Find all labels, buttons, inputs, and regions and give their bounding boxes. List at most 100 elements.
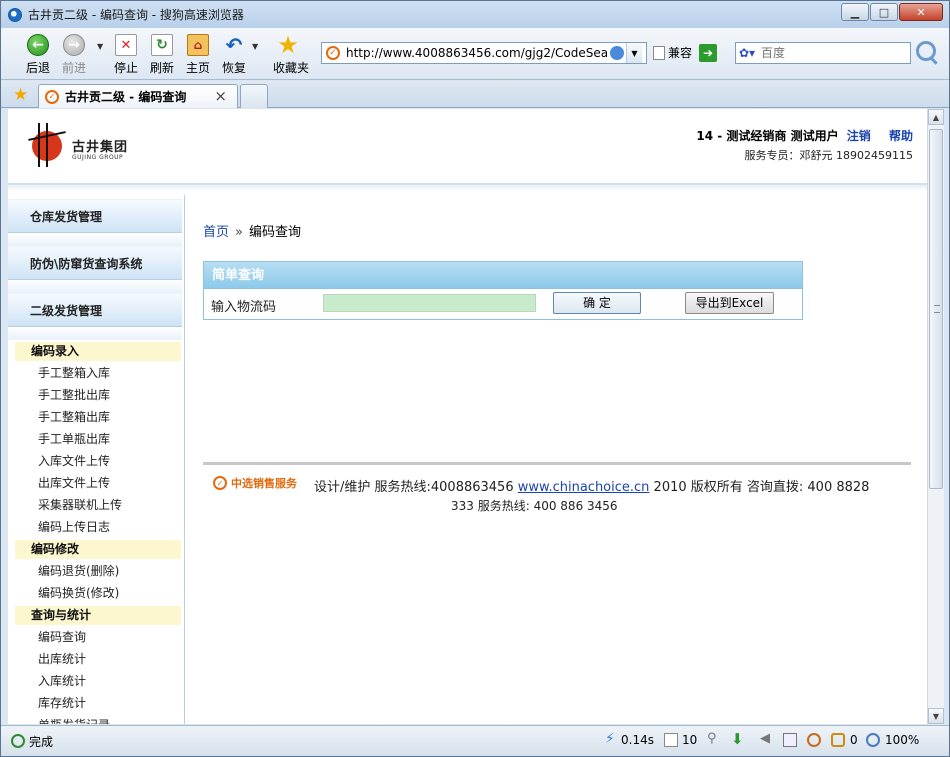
done-icon: [11, 734, 25, 748]
tabs-count-icon[interactable]: [664, 733, 678, 747]
scroll-up-icon[interactable]: ▲: [928, 109, 944, 125]
minimize-button[interactable]: ▁: [841, 3, 869, 21]
page-viewport: 古井集团 GUJING GROUP 14 - 测试经销商 测试用户 注销 帮助 …: [8, 109, 927, 724]
scroll-thumb[interactable]: [929, 129, 943, 489]
breadcrumb: 首页 » 编码查询: [203, 221, 301, 240]
address-bar[interactable]: ✓ http://www.4008863456.com/gjg2/CodeSea…: [321, 42, 647, 64]
tabs-count: 10: [682, 733, 698, 747]
load-time: 0.14s: [621, 733, 654, 747]
panel-title: 简单查询: [204, 262, 802, 289]
blocked-count: 0: [850, 733, 858, 747]
gujing-logo: [28, 123, 72, 167]
sidebar-section-anticounterfeit[interactable]: 防伪\防窜货查询系统: [8, 246, 182, 280]
sidebar-item[interactable]: 手工整批出库: [38, 385, 110, 405]
zoom-level[interactable]: 100%: [885, 733, 919, 747]
close-button[interactable]: ✕: [899, 3, 943, 21]
logistics-code-input[interactable]: [323, 294, 536, 312]
sidebar-item[interactable]: 库存统计: [38, 693, 86, 713]
undo-icon: ↶: [225, 33, 243, 57]
logo-text: 古井集团: [72, 140, 129, 155]
eye-icon[interactable]: [807, 733, 821, 747]
sidebar-item[interactable]: 采集器联机上传: [38, 495, 122, 515]
title-bar: 古井贡二级 - 编码查询 - 搜狗高速浏览器 ▁ □ ✕: [1, 1, 949, 28]
sidebar-item[interactable]: 入库统计: [38, 671, 86, 691]
footer-prefix: 设计/维护 服务热线:4008863456: [314, 480, 518, 495]
stop-button[interactable]: ✕ 停止: [111, 34, 141, 76]
tab-bar: ★ ✓ 古井贡二级 - 编码查询 ×: [1, 81, 949, 108]
forward-label: 前进: [61, 61, 86, 75]
sidebar-section-warehouse[interactable]: 仓库发货管理: [8, 199, 182, 233]
sidebar-section-secondary[interactable]: 二级发货管理: [8, 293, 182, 327]
new-tab-button[interactable]: [240, 84, 268, 108]
download-arrow-icon[interactable]: ⬇: [731, 730, 745, 748]
sidebar-item[interactable]: 入库文件上传: [38, 451, 110, 471]
scroll-down-icon[interactable]: ▼: [928, 708, 944, 724]
footer-brand-icon: ✓: [213, 476, 227, 490]
favorites-star-icon[interactable]: ★: [13, 85, 28, 105]
help-link[interactable]: 帮助: [889, 129, 913, 143]
screenshot-icon[interactable]: [783, 733, 797, 747]
sidebar-item[interactable]: 编码查询: [38, 627, 86, 647]
logo-subtext: GUJING GROUP: [72, 154, 124, 161]
footer-brand: ✓ 中选销售服务: [213, 475, 297, 491]
query-row: 输入物流码 确 定 导出到Excel: [204, 289, 802, 319]
sidebar-item[interactable]: 单瓶发货记录: [38, 715, 110, 724]
history-dropdown-icon[interactable]: ▼: [97, 42, 103, 51]
home-button[interactable]: ⌂ 主页: [183, 34, 213, 76]
restore-button[interactable]: ↶ 恢复: [219, 33, 249, 76]
sidebar-item[interactable]: 出库文件上传: [38, 473, 110, 493]
address-dropdown-icon[interactable]: ▼: [626, 43, 642, 63]
user-info: 14 - 测试经销商 测试用户 注销 帮助: [696, 127, 913, 144]
compat-mode-button[interactable]: 兼容: [653, 44, 692, 61]
forward-arrow-icon: →: [63, 34, 85, 56]
go-arrow-icon[interactable]: ➔: [699, 44, 717, 62]
sidebar-item[interactable]: 手工单瓶出库: [38, 429, 110, 449]
category-code-modify[interactable]: 编码修改: [15, 540, 181, 559]
footer-copyright: 设计/维护 服务热线:4008863456 www.chinachoice.cn…: [314, 476, 869, 495]
tab-active[interactable]: ✓ 古井贡二级 - 编码查询 ×: [38, 84, 238, 108]
user-info-text: 14 - 测试经销商 测试用户: [696, 129, 839, 143]
export-excel-button[interactable]: 导出到Excel: [685, 292, 774, 314]
footer-hotline: 333 服务热线: 400 886 3456: [451, 499, 618, 513]
search-icon[interactable]: [916, 41, 936, 61]
sidebar-item[interactable]: 编码上传日志: [38, 517, 110, 537]
sidebar: 仓库发货管理 防伪\防窜货查询系统 二级发货管理 编码录入 手工整箱入库 手工整…: [8, 195, 185, 724]
tab-favicon-icon: ✓: [45, 89, 59, 104]
favorites-button[interactable]: ★ 收藏夹: [273, 31, 309, 76]
footer-suffix: 2010 版权所有 咨询直拨: 400 8828: [649, 480, 870, 495]
back-arrow-icon: ←: [27, 34, 49, 56]
sidebar-item[interactable]: 出库统计: [38, 649, 86, 669]
category-code-entry[interactable]: 编码录入: [15, 342, 181, 361]
baidu-paw-icon: ✿▾: [739, 46, 756, 60]
logout-link[interactable]: 注销: [847, 129, 871, 143]
breadcrumb-home-link[interactable]: 首页: [203, 225, 229, 240]
sogou-browser-icon: [8, 7, 22, 22]
sidebar-item[interactable]: 手工整箱出库: [38, 407, 110, 427]
zoom-magnifier-icon[interactable]: [866, 733, 880, 747]
search-box[interactable]: ✿▾: [735, 42, 911, 64]
status-bar: 完成 ⚡ 0.14s 10 ⚲ ⬇ ◀ 0 100%: [1, 725, 949, 756]
mouse-gesture-icon[interactable]: ⚲: [707, 731, 721, 746]
sidebar-item[interactable]: 编码退货(删除): [38, 561, 119, 581]
url-text[interactable]: http://www.4008863456.com/gjg2/CodeSearc: [346, 46, 608, 60]
speaker-icon[interactable]: ◀: [760, 731, 774, 746]
tab-close-icon[interactable]: ×: [214, 87, 227, 105]
restore-dropdown-icon[interactable]: ▼: [252, 42, 258, 51]
back-label: 后退: [25, 61, 50, 75]
security-icon[interactable]: [610, 46, 624, 60]
shield-icon[interactable]: [831, 733, 845, 747]
category-query-stats[interactable]: 查询与统计: [15, 606, 181, 625]
maximize-button[interactable]: □: [870, 3, 898, 21]
browser-window: 古井贡二级 - 编码查询 - 搜狗高速浏览器 ▁ □ ✕ ← 后退 → 前进 ▼…: [0, 0, 950, 757]
refresh-button[interactable]: ↻ 刷新: [147, 34, 177, 76]
back-button[interactable]: ← 后退: [23, 34, 53, 76]
sidebar-item[interactable]: 编码换货(修改): [38, 583, 119, 603]
service-contact: 服务专员：邓舒元 18902459115: [744, 149, 913, 162]
vertical-scrollbar[interactable]: ▲ ▼: [927, 109, 944, 724]
confirm-button[interactable]: 确 定: [553, 292, 641, 314]
simple-query-panel: 简单查询 输入物流码 确 定 导出到Excel: [203, 261, 803, 320]
footer-website-link[interactable]: www.chinachoice.cn: [518, 480, 650, 495]
forward-button[interactable]: → 前进: [59, 34, 89, 76]
sidebar-item[interactable]: 手工整箱入库: [38, 363, 110, 383]
search-input[interactable]: [761, 46, 901, 60]
